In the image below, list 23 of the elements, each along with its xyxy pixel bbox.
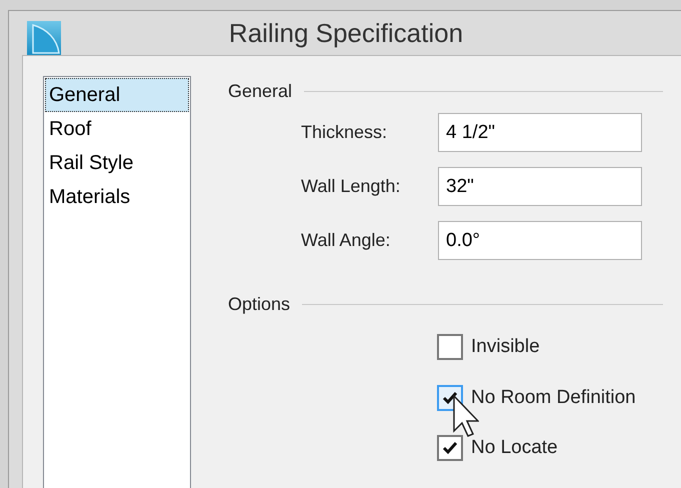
option-row[interactable]: Invisible [437, 333, 663, 362]
field-label: Wall Length: [301, 176, 400, 196]
app-logo-icon [27, 21, 61, 55]
checkbox-label: No Room Definition [471, 386, 636, 410]
checkbox[interactable] [437, 334, 463, 360]
category-item[interactable]: Materials [45, 180, 189, 214]
input-field[interactable]: 0.0° [438, 221, 642, 260]
category-item[interactable]: Rail Style [45, 146, 189, 180]
check-icon [442, 390, 458, 405]
section-heading: General [228, 80, 292, 102]
input-field[interactable]: 4 1/2" [438, 113, 642, 152]
section-heading: Options [228, 292, 290, 316]
checkbox-label: Invisible [471, 335, 540, 359]
field-label: Wall Angle: [301, 230, 390, 250]
checkbox[interactable] [437, 435, 463, 462]
field-label: Thickness: [301, 122, 388, 142]
input-field[interactable]: 32" [438, 167, 642, 206]
window-title: Railing Specification [228, 16, 464, 50]
category-item[interactable]: Roof [45, 112, 189, 146]
check-icon [442, 441, 458, 456]
option-row[interactable]: No Locate [437, 434, 663, 462]
category-item[interactable]: General [45, 78, 189, 112]
checkbox-label: No Locate [471, 436, 558, 460]
